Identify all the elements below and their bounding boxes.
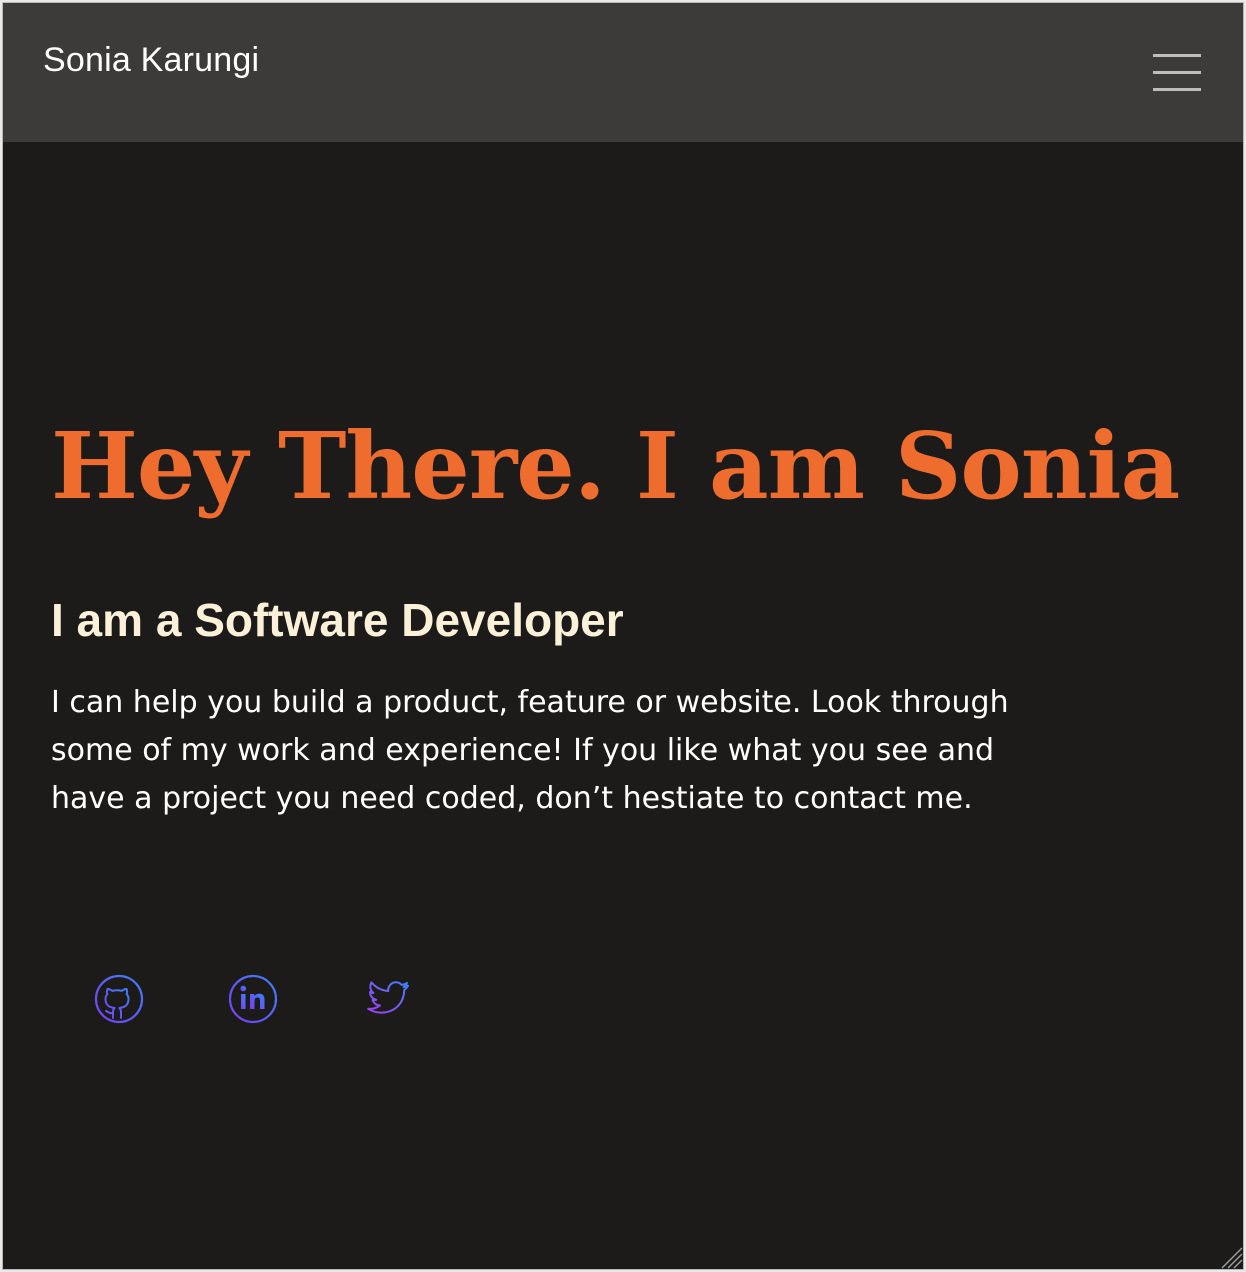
hamburger-menu-icon [1153,54,1201,57]
linkedin-link[interactable] [225,971,281,1027]
hero-intro: I can help you build a product, feature … [51,685,1009,816]
twitter-link[interactable] [357,971,413,1027]
github-link[interactable] [91,971,147,1027]
hero-subtitle: I am a Software Developer [51,594,624,646]
linkedin-icon [228,974,278,1024]
resize-grip-icon[interactable] [1217,1243,1243,1269]
navbar: Sonia Karungi [3,3,1243,142]
hero-title: Hey There. I am Sonia [51,412,1180,520]
brand-name[interactable]: Sonia Karungi [43,41,259,80]
browser-viewport: Sonia Karungi Hey There. I am Sonia I am… [2,2,1244,1270]
twitter-icon [367,981,409,1014]
menu-toggle-button[interactable] [1151,51,1203,91]
github-icon [94,974,144,1024]
